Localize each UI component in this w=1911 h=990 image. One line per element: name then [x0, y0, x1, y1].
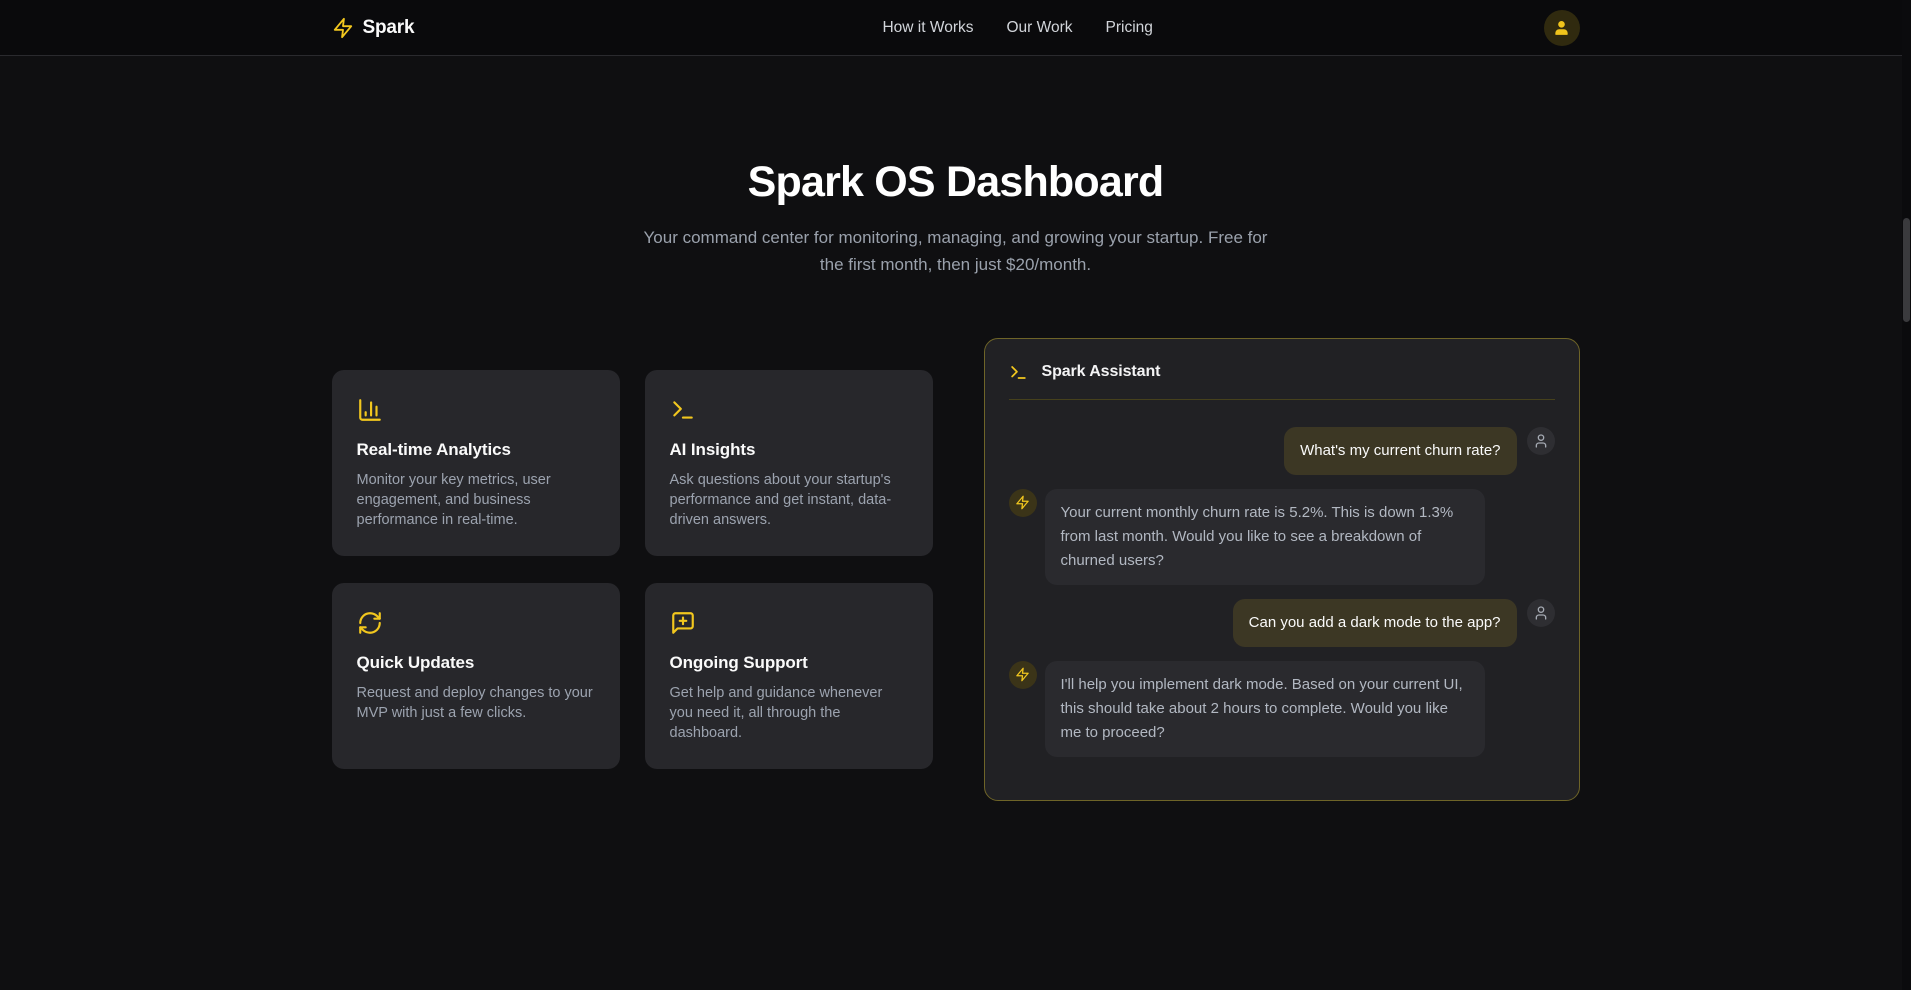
content-row: Real-time Analytics Monitor your key met… [332, 338, 1580, 801]
divider [1009, 399, 1555, 400]
account-avatar-button[interactable] [1544, 10, 1580, 46]
assistant-chat-avatar [1009, 661, 1037, 689]
hero-subtitle-line1: Your command center for monitoring, mana… [0, 224, 1911, 251]
assistant-message-bubble: Your current monthly churn rate is 5.2%.… [1045, 489, 1485, 585]
nav-link-pricing[interactable]: Pricing [1106, 19, 1153, 37]
feature-description: Get help and guidance whenever you need … [670, 683, 909, 743]
feature-card-quick-updates: Quick Updates Request and deploy changes… [332, 583, 620, 769]
terminal-icon [670, 397, 909, 423]
top-nav: Spark How it Works Our Work Pricing [0, 0, 1911, 56]
feature-card-real-time-analytics: Real-time Analytics Monitor your key met… [332, 370, 620, 556]
feature-title: Ongoing Support [670, 653, 909, 673]
zap-icon [1015, 495, 1030, 510]
brand-logo[interactable]: Spark [332, 17, 415, 39]
chat-message-assistant: Your current monthly churn rate is 5.2%.… [1009, 489, 1555, 585]
page-title: Spark OS Dashboard [0, 158, 1911, 208]
feature-description: Monitor your key metrics, user engagemen… [357, 470, 596, 530]
assistant-message-bubble: I'll help you implement dark mode. Based… [1045, 661, 1485, 757]
assistant-chat-avatar [1009, 489, 1037, 517]
terminal-icon [1009, 363, 1028, 382]
main-content: Spark OS Dashboard Your command center f… [0, 56, 1911, 801]
user-icon [1552, 18, 1571, 37]
brand-name: Spark [363, 17, 415, 39]
user-message-bubble: Can you add a dark mode to the app? [1233, 599, 1517, 647]
zap-icon [332, 17, 354, 39]
feature-card-ai-insights: AI Insights Ask questions about your sta… [645, 370, 933, 556]
feature-title: Quick Updates [357, 653, 596, 673]
scrollbar-track[interactable] [1902, 0, 1911, 990]
feature-description: Request and deploy changes to your MVP w… [357, 683, 596, 723]
nav-link-how-it-works[interactable]: How it Works [882, 19, 973, 37]
chat-message-user: Can you add a dark mode to the app? [1009, 599, 1555, 647]
feature-title: AI Insights [670, 440, 909, 460]
bar-chart-icon [357, 397, 596, 423]
hero-section: Spark OS Dashboard Your command center f… [0, 56, 1911, 278]
chat-message-user: What's my current churn rate? [1009, 427, 1555, 475]
user-icon [1533, 605, 1549, 621]
user-message-bubble: What's my current churn rate? [1284, 427, 1516, 475]
nav-link-our-work[interactable]: Our Work [1006, 19, 1072, 37]
user-chat-avatar [1527, 427, 1555, 455]
message-square-plus-icon [670, 610, 909, 636]
refresh-icon [357, 610, 596, 636]
chat-messages: What's my current churn rate? Your curre… [1009, 427, 1555, 757]
features-grid: Real-time Analytics Monitor your key met… [332, 370, 933, 769]
hero-subtitle-line2: the first month, then just $20/month. [0, 251, 1911, 278]
feature-title: Real-time Analytics [357, 440, 596, 460]
assistant-panel-header: Spark Assistant [1009, 363, 1555, 382]
user-chat-avatar [1527, 599, 1555, 627]
feature-card-ongoing-support: Ongoing Support Get help and guidance wh… [645, 583, 933, 769]
feature-description: Ask questions about your startup's perfo… [670, 470, 909, 530]
nav-links: How it Works Our Work Pricing [882, 19, 1152, 37]
assistant-panel-title: Spark Assistant [1042, 363, 1161, 381]
spark-assistant-panel: Spark Assistant What's my current churn … [984, 338, 1580, 801]
zap-icon [1015, 667, 1030, 682]
scrollbar-thumb[interactable] [1903, 218, 1910, 322]
hero-subtitle: Your command center for monitoring, mana… [0, 224, 1911, 278]
chat-message-assistant: I'll help you implement dark mode. Based… [1009, 661, 1555, 757]
user-icon [1533, 433, 1549, 449]
